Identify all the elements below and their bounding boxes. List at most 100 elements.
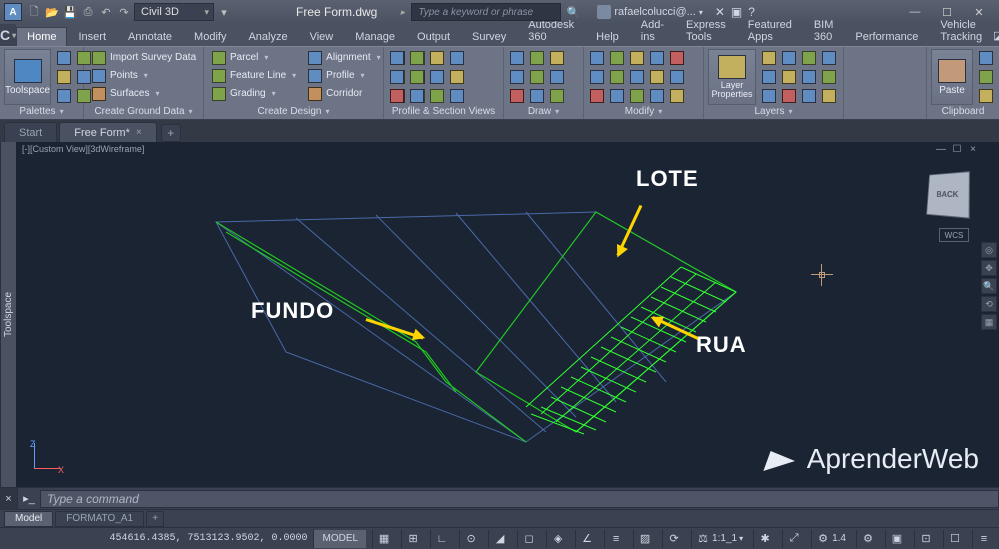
qat-undo-icon[interactable]: ↶ — [98, 4, 114, 20]
profile-button[interactable]: Profile▾ — [304, 67, 384, 84]
status-cleanscreen-icon[interactable]: ☐ — [943, 530, 966, 548]
status-annoscale[interactable]: ⚖1:1_1▾ — [691, 530, 747, 548]
ribbon-tab-featured-apps[interactable]: Featured Apps — [737, 15, 803, 46]
qat-save-icon[interactable]: 💾 — [62, 4, 78, 20]
palette-btn-1[interactable] — [55, 49, 73, 67]
status-workspace-icon[interactable]: ⚙ — [856, 530, 879, 548]
vp-min-icon[interactable]: — — [935, 144, 947, 155]
points-button[interactable]: Points▾ — [88, 67, 200, 84]
palette-btn-5[interactable] — [55, 87, 73, 105]
status-coordinates[interactable]: 454616.4385, 7513123.9502, 0.0000 — [109, 533, 307, 544]
offset-icon[interactable] — [648, 87, 666, 105]
minimize-button[interactable]: — — [899, 1, 931, 23]
extend-icon[interactable] — [648, 49, 666, 67]
command-close-icon[interactable]: × — [0, 488, 18, 510]
move-icon[interactable] — [588, 49, 606, 67]
draw-point-icon[interactable] — [528, 87, 546, 105]
copy-clip-icon[interactable] — [977, 68, 995, 86]
alignment-button[interactable]: Alignment▾ — [304, 49, 384, 66]
nav-showmotion-icon[interactable]: ▦ — [981, 314, 997, 330]
pv-ic-8[interactable] — [448, 68, 466, 86]
ribbon-tab-home[interactable]: Home — [16, 27, 67, 46]
stretch-icon[interactable] — [588, 87, 606, 105]
ribbon-tab-annotate[interactable]: Annotate — [117, 27, 183, 46]
layout-tab-model[interactable]: Model — [4, 511, 53, 527]
command-prompt-icon[interactable]: ▸_ — [18, 492, 40, 505]
wcs-badge[interactable]: WCS — [939, 228, 969, 242]
join-icon[interactable] — [668, 87, 686, 105]
ribbon-tab-add-ins[interactable]: Add-ins — [630, 15, 675, 46]
pv-ic-9[interactable] — [388, 87, 406, 105]
status-snap-icon[interactable]: ⊞ — [401, 530, 424, 548]
pv-ic-7[interactable] — [428, 68, 446, 86]
draw-polyline-icon[interactable] — [528, 49, 546, 67]
scale-icon[interactable] — [608, 87, 626, 105]
command-input[interactable]: Type a command — [40, 490, 999, 508]
toolspace-collapsed-bar[interactable]: Toolspace — [0, 142, 16, 487]
draw-arc-icon[interactable] — [508, 68, 526, 86]
layout-tab-formato-a1[interactable]: FORMATO_A1 — [55, 511, 144, 527]
explode-icon[interactable] — [668, 68, 686, 86]
tab-add-button[interactable]: + — [161, 124, 181, 142]
workspace-combo[interactable]: Civil 3D — [134, 3, 214, 21]
help-search-input[interactable]: Type a keyword or phrase — [411, 3, 561, 21]
chamfer-icon[interactable] — [648, 68, 666, 86]
erase-icon[interactable] — [668, 49, 686, 67]
ribbon-tab-manage[interactable]: Manage — [344, 27, 406, 46]
viewport[interactable]: [-][Custom View][3dWireframe] — ☐ × BACK… — [16, 142, 999, 487]
array-icon[interactable] — [628, 87, 646, 105]
ucs-icon[interactable]: Z X — [24, 439, 64, 479]
status-transparency-icon[interactable]: ▨ — [633, 530, 656, 548]
draw-circle-icon[interactable] — [548, 49, 566, 67]
layer-ic-4[interactable] — [820, 49, 838, 67]
paste-button[interactable]: Paste — [931, 49, 973, 105]
viewport-label[interactable]: [-][Custom View][3dWireframe] — [22, 144, 144, 154]
parcel-button[interactable]: Parcel▾ — [208, 49, 300, 66]
pv-ic-5[interactable] — [388, 68, 406, 86]
pv-ic-12[interactable] — [448, 87, 466, 105]
draw-hatch-icon[interactable] — [508, 87, 526, 105]
nav-pan-icon[interactable]: ✥ — [981, 260, 997, 276]
qat-new-icon[interactable]: 🗋 — [26, 4, 42, 20]
cut-icon[interactable] — [977, 49, 995, 67]
ribbon-tab-analyze[interactable]: Analyze — [237, 27, 298, 46]
ribbon-tab-view[interactable]: View — [299, 27, 345, 46]
ribbon-tab-output[interactable]: Output — [406, 27, 461, 46]
tab-close-icon[interactable]: × — [136, 127, 142, 138]
pv-ic-3[interactable] — [428, 49, 446, 67]
status-3dosnap-icon[interactable]: ◈ — [546, 530, 569, 548]
status-monitor-icon[interactable]: ▣ — [885, 530, 908, 548]
layer-ic-5[interactable] — [760, 68, 778, 86]
layer-ic-3[interactable] — [800, 49, 818, 67]
pv-ic-11[interactable] — [428, 87, 446, 105]
rotate-icon[interactable] — [608, 49, 626, 67]
status-ortho-icon[interactable]: ∟ — [430, 530, 453, 548]
layer-ic-7[interactable] — [800, 68, 818, 86]
pv-ic-10[interactable] — [408, 87, 426, 105]
grading-button[interactable]: Grading▾ — [208, 85, 300, 102]
nav-orbit-icon[interactable]: ⟲ — [981, 296, 997, 312]
ribbon-tab-bim-360[interactable]: BIM 360 — [803, 15, 845, 46]
trim-icon[interactable] — [628, 49, 646, 67]
match-icon[interactable] — [977, 87, 995, 105]
surfaces-button[interactable]: Surfaces▾ — [88, 85, 200, 102]
viewcube[interactable]: BACK — [926, 171, 970, 219]
layer-ic-2[interactable] — [780, 49, 798, 67]
ribbon-tab-survey[interactable]: Survey — [461, 27, 517, 46]
status-osnap-icon[interactable]: ◻ — [517, 530, 540, 548]
status-customize-icon[interactable]: ≡ — [972, 530, 995, 548]
nav-wheel-icon[interactable]: ◎ — [981, 242, 997, 258]
tab-start[interactable]: Start — [4, 122, 57, 142]
layer-ic-9[interactable] — [760, 87, 778, 105]
application-menu-button[interactable]: C — [0, 24, 16, 46]
pv-ic-4[interactable] — [448, 49, 466, 67]
layer-ic-11[interactable] — [800, 87, 818, 105]
tab-free-form[interactable]: Free Form*× — [59, 122, 156, 142]
layer-ic-1[interactable] — [760, 49, 778, 67]
status-grid-icon[interactable]: ▦ — [372, 530, 395, 548]
ribbon-tab-help[interactable]: Help — [585, 27, 630, 46]
layer-ic-8[interactable] — [820, 68, 838, 86]
ribbon-tab-insert[interactable]: Insert — [67, 27, 117, 46]
ribbon-help-icon[interactable]: ◪ — [993, 24, 999, 46]
status-isodraft-icon[interactable]: ◢ — [488, 530, 511, 548]
